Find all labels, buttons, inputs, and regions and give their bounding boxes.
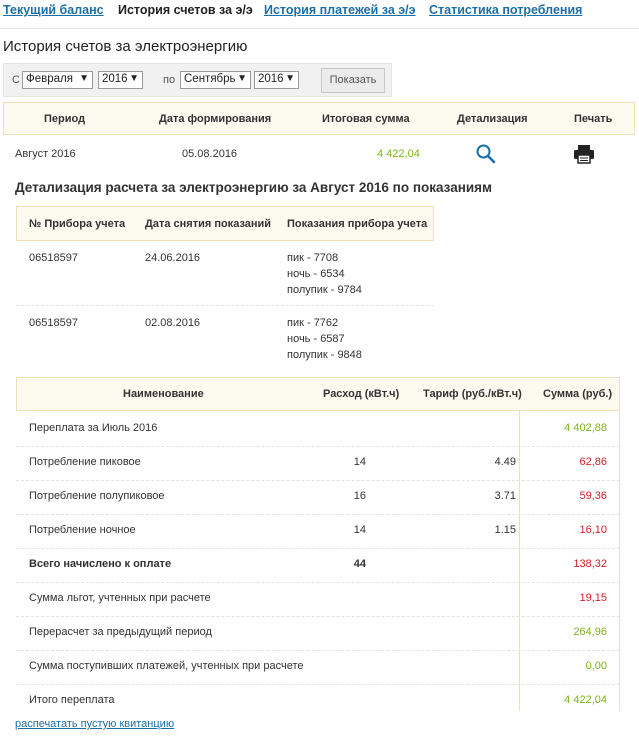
date-filter-panel: С Февраля ▼ 2016 ▼ по Сентябрь ▼ 2016 ▼ Пока… — [3, 63, 392, 97]
calc-row-sum: 16,10 — [579, 524, 607, 536]
calc-row-name: Перерасчет за предыдущий период — [29, 626, 212, 638]
header-reading-date: Дата снятия показаний — [145, 218, 272, 230]
calc-row-tariff: 3.71 — [494, 490, 516, 502]
calc-row-name: Сумма поступивших платежей, учтенных при… — [29, 660, 304, 672]
chevron-down-icon: ▼ — [79, 73, 89, 84]
calc-row-name: Потребление полупиковое — [29, 490, 165, 502]
bill-date: 05.08.2016 — [182, 148, 238, 160]
header-date: Дата формирования — [159, 113, 272, 125]
chevron-down-icon: ▼ — [129, 73, 139, 84]
calc-row-tariff: 1.15 — [494, 524, 516, 536]
tab-consumption-stats[interactable]: Статистика потребления — [429, 3, 582, 17]
print-empty-receipt-link[interactable]: распечатать пустую квитанцию — [15, 718, 174, 730]
calc-row-sum: 4 422,04 — [564, 694, 607, 706]
printer-icon[interactable] — [573, 144, 595, 164]
row-divider — [16, 650, 620, 651]
show-button[interactable]: Показать — [321, 68, 385, 93]
row-divider — [16, 305, 434, 306]
row-divider — [16, 684, 620, 685]
tab-payment-history[interactable]: История платежей за э/э — [264, 3, 416, 17]
to-year-value: 2016 — [258, 73, 284, 85]
row-divider — [16, 480, 620, 481]
header-name: Наименование — [123, 388, 204, 400]
reading-semipeak: полупик - 9784 — [287, 284, 362, 296]
calc-row-name: Всего начислено к оплате — [29, 558, 172, 570]
calc-row-usage: 44 — [353, 558, 366, 570]
reading-peak: пик - 7762 — [287, 317, 339, 329]
calc-row-name: Потребление пиковое — [29, 456, 141, 468]
meter-number: 06518597 — [29, 252, 78, 264]
header-print: Печать — [574, 113, 613, 125]
calc-row-usage: 16 — [353, 490, 366, 502]
row-divider — [16, 548, 620, 549]
chevron-down-icon: ▼ — [237, 73, 247, 84]
calc-row-usage: 14 — [353, 524, 366, 536]
calc-row-usage: 14 — [353, 456, 366, 468]
to-year-select[interactable]: 2016 ▼ — [254, 71, 299, 89]
to-month-select[interactable]: Сентябрь ▼ — [180, 71, 251, 89]
reading-night: ночь - 6587 — [287, 333, 345, 345]
header-tariff: Тариф (руб./кВт.ч) — [423, 388, 522, 400]
meter-table-header: № Прибора учета Дата снятия показаний По… — [16, 206, 434, 241]
header-meter-number: № Прибора учета — [29, 218, 126, 230]
tab-current-balance[interactable]: Текущий баланс — [3, 3, 104, 17]
bills-table-header: Период Дата формирования Итоговая сумма … — [3, 102, 635, 135]
search-icon[interactable] — [475, 143, 497, 165]
meter-number: 06518597 — [29, 317, 78, 329]
detail-title: Детализация расчета за электроэнергию за… — [15, 180, 493, 195]
reading-semipeak: полупик - 9848 — [287, 349, 362, 361]
reading-date: 24.06.2016 — [145, 252, 201, 264]
calc-row-sum: 138,32 — [573, 558, 607, 570]
row-divider — [16, 616, 620, 617]
bill-total: 4 422,04 — [377, 148, 420, 160]
calc-row-sum: 59,36 — [579, 490, 607, 502]
to-label: по — [163, 74, 176, 86]
to-month-value: Сентябрь — [184, 73, 236, 85]
reading-night: ночь - 6534 — [287, 268, 345, 280]
reading-peak: пик - 7708 — [287, 252, 339, 264]
header-period: Период — [44, 113, 86, 125]
calc-row-tariff: 4.49 — [494, 456, 516, 468]
calc-row-sum: 19,15 — [579, 592, 607, 604]
reading-date: 02.08.2016 — [145, 317, 201, 329]
bill-period: Август 2016 — [15, 148, 76, 160]
from-label: С — [12, 74, 20, 86]
calc-row-sum: 62,86 — [579, 456, 607, 468]
calc-row-sum: 264,96 — [573, 626, 607, 638]
header-readings: Показания прибора учета — [287, 218, 428, 230]
header-detail: Детализация — [457, 113, 528, 125]
table-border — [619, 411, 620, 711]
from-month-select[interactable]: Февраля ▼ — [22, 71, 93, 89]
calc-row-sum: 0,00 — [585, 660, 607, 672]
from-month-value: Февраля — [26, 73, 73, 85]
calc-row-name: Сумма льгот, учтенных при расчете — [29, 592, 211, 604]
row-divider — [16, 446, 620, 447]
page-title: История счетов за электроэнергию — [3, 38, 248, 55]
tab-bar: Текущий баланс История счетов за э/э Ист… — [0, 0, 639, 29]
calc-row-name: Потребление ночное — [29, 524, 136, 536]
from-year-select[interactable]: 2016 ▼ — [98, 71, 143, 89]
calc-table-header: Наименование Расход (кВт.ч) Тариф (руб./… — [16, 377, 620, 411]
header-usage: Расход (кВт.ч) — [323, 388, 400, 400]
header-total: Итоговая сумма — [322, 113, 410, 125]
row-divider — [16, 582, 620, 583]
column-divider — [519, 411, 520, 711]
calc-row-sum: 4 402,88 — [564, 422, 607, 434]
header-sum: Сумма (руб.) — [543, 388, 613, 400]
row-divider — [16, 514, 620, 515]
tab-bill-history[interactable]: История счетов за э/э — [118, 3, 253, 17]
chevron-down-icon: ▼ — [285, 73, 295, 84]
from-year-value: 2016 — [102, 73, 128, 85]
calc-row-name: Итого переплата — [29, 694, 115, 706]
calc-row-name: Переплата за Июль 2016 — [29, 422, 158, 434]
